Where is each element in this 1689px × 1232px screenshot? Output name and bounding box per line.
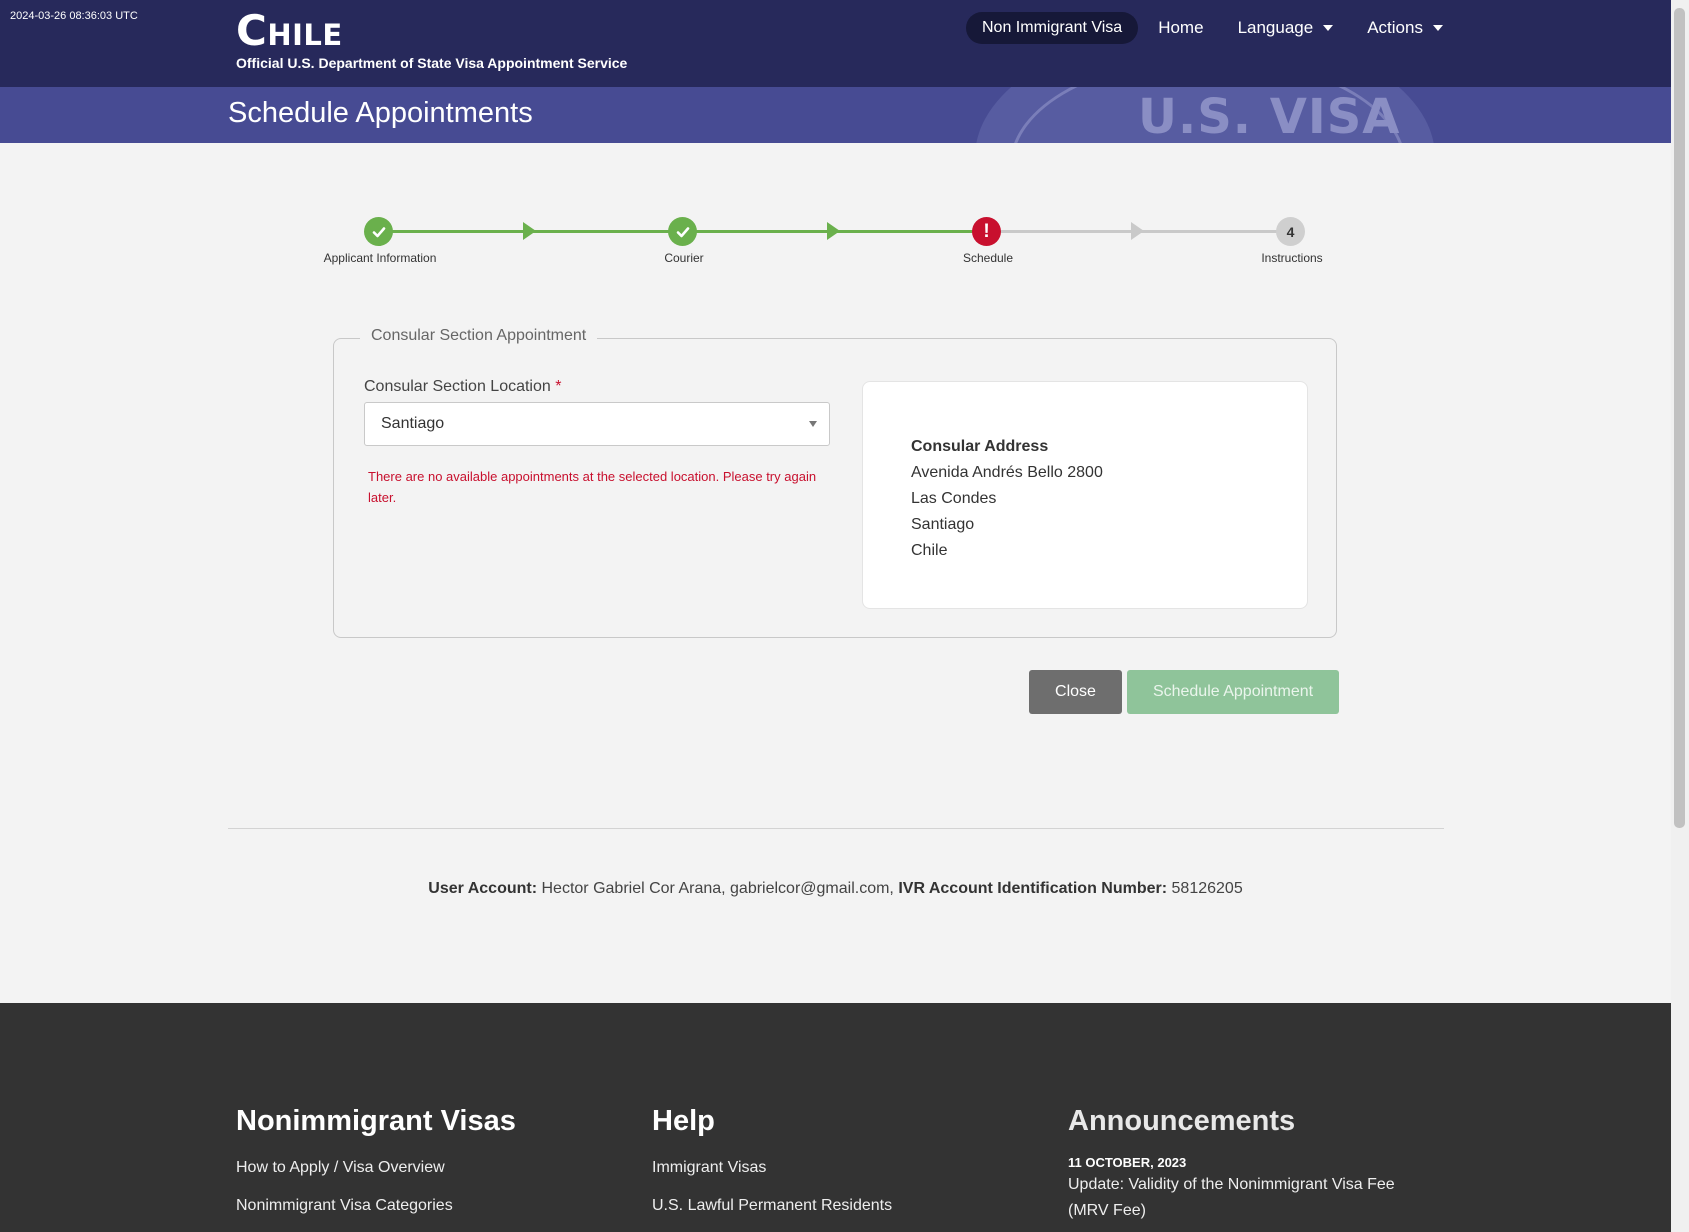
schedule-appointment-button[interactable]: Schedule Appointment	[1127, 670, 1339, 714]
page-title: Schedule Appointments	[228, 97, 533, 129]
step-3-label: Schedule	[962, 251, 1014, 265]
nav-language-dropdown[interactable]: Language	[1238, 18, 1334, 38]
nav-home-label: Home	[1158, 18, 1204, 37]
footer-col-help: Help Immigrant Visas U.S. Lawful Permane…	[652, 1103, 892, 1215]
footer-link[interactable]: Immigrant Visas	[652, 1159, 892, 1177]
required-marker: *	[555, 378, 562, 395]
page-banner: U.S. VISA Schedule Appointments	[0, 87, 1671, 143]
consular-location-select[interactable]: Santiago	[364, 402, 830, 446]
site-footer: Nonimmigrant Visas How to Apply / Visa O…	[0, 1003, 1671, 1232]
address-line: Las Condes	[911, 490, 997, 507]
content-divider	[228, 828, 1444, 829]
step-arrow-icon	[1131, 222, 1144, 240]
chevron-down-icon	[809, 421, 817, 427]
footer-col-announcements: Announcements 11 OCTOBER, 2023 Update: V…	[1068, 1103, 1428, 1224]
site-subtitle: Official U.S. Department of State Visa A…	[236, 55, 628, 71]
footer-col-nonimmigrant: Nonimmigrant Visas How to Apply / Visa O…	[236, 1103, 516, 1215]
announcement-date: 11 OCTOBER, 2023	[1068, 1155, 1187, 1170]
step-arrow-icon	[827, 222, 840, 240]
visa-seal-text: U.S. VISA	[1138, 89, 1401, 143]
ivr-number-value: 58126205	[1171, 880, 1243, 897]
step-arrow-icon	[523, 222, 536, 240]
address-title: Consular Address	[911, 438, 1049, 455]
consular-address: Consular Address Avenida Andrés Bello 28…	[911, 434, 1103, 564]
footer-link[interactable]: How to Apply / Visa Overview	[236, 1159, 516, 1177]
nav-home[interactable]: Home	[1158, 18, 1203, 38]
nav-language-label: Language	[1237, 18, 1314, 37]
page-scrollbar-thumb[interactable]	[1674, 8, 1685, 828]
consular-location-value: Santiago	[381, 415, 445, 432]
footer-heading: Announcements	[1068, 1105, 1296, 1137]
step-2-label: Courier	[664, 251, 704, 265]
location-label-text: Consular Section Location	[364, 378, 551, 395]
footer-heading: Help	[652, 1105, 715, 1137]
server-timestamp: 2024-03-26 08:36:03 UTC	[10, 10, 138, 22]
top-navbar: 2024-03-26 08:36:03 UTC Chile Official U…	[0, 0, 1671, 87]
footer-heading: Nonimmigrant Visas	[236, 1105, 516, 1137]
user-account-value: Hector Gabriel Cor Arana, gabrielcor@gma…	[541, 880, 894, 897]
step-1-label: Applicant Information	[323, 251, 437, 265]
step-connector-pending	[980, 230, 1280, 233]
address-line: Santiago	[911, 516, 975, 533]
footer-link[interactable]: U.S. Lawful Permanent Residents	[652, 1197, 892, 1215]
nav-non-immigrant-visa[interactable]: Non Immigrant Visa	[966, 12, 1139, 44]
nav-actions-dropdown[interactable]: Actions	[1367, 18, 1443, 38]
step-4-number: 4	[1276, 217, 1305, 246]
user-account-label: User Account:	[428, 880, 538, 897]
site-title[interactable]: Chile	[236, 6, 343, 55]
step-1-check-icon	[364, 217, 393, 246]
user-account-info: User Account: Hector Gabriel Cor Arana, …	[0, 880, 1671, 898]
address-line: Chile	[911, 542, 948, 559]
close-button[interactable]: Close	[1029, 670, 1122, 714]
no-appointments-error: There are no available appointments at t…	[368, 469, 817, 505]
address-line: Avenida Andrés Bello 2800	[911, 464, 1103, 481]
step-3-error-icon: !	[972, 217, 1001, 246]
progress-stepper: Applicant Information Courier ! Schedule…	[300, 215, 1350, 275]
footer-link[interactable]: Nonimmigrant Visa Categories	[236, 1197, 516, 1215]
announcement-link[interactable]: Update: Validity of the Nonimmigrant Vis…	[1068, 1172, 1428, 1224]
consular-address-card: Consular Address Avenida Andrés Bello 28…	[862, 381, 1308, 609]
step-2-check-icon	[668, 217, 697, 246]
location-field-label: Consular Section Location *	[364, 378, 561, 396]
caret-down-icon	[1323, 25, 1334, 31]
main-nav: Non Immigrant Visa Home Language Actions	[966, 12, 1477, 44]
nav-actions-label: Actions	[1367, 18, 1423, 37]
caret-down-icon	[1432, 25, 1443, 31]
ivr-number-label: IVR Account Identification Number:	[898, 880, 1168, 897]
fieldset-legend: Consular Section Appointment	[360, 327, 598, 345]
step-4-label: Instructions	[1261, 251, 1323, 265]
